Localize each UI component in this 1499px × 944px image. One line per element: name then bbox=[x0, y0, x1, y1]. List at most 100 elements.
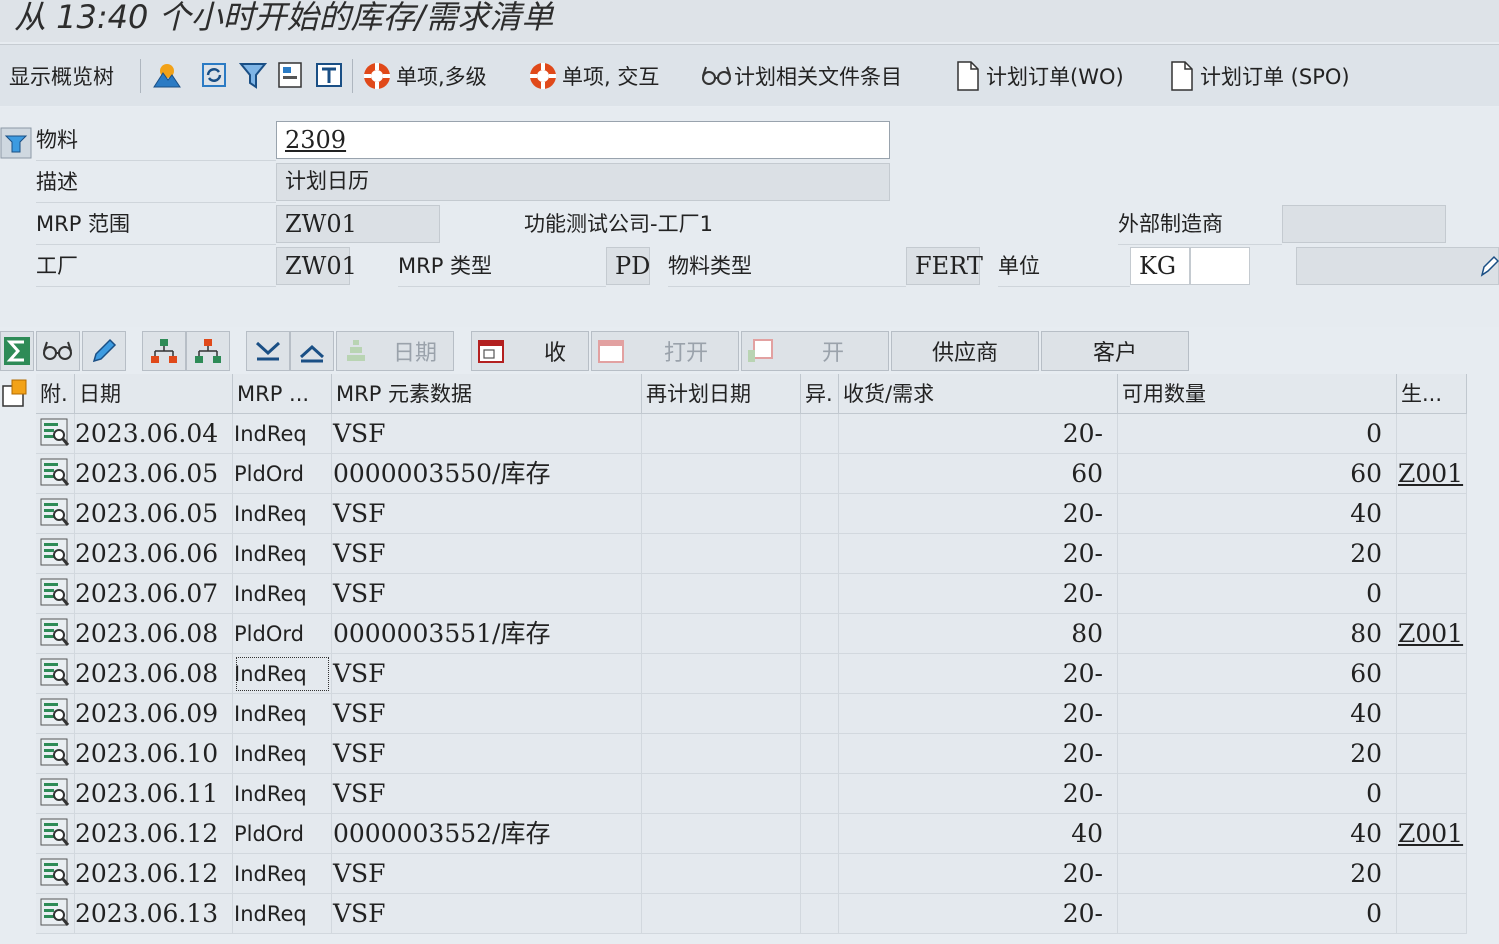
row-detail-cell[interactable] bbox=[36, 614, 75, 654]
element-detail-icon bbox=[40, 418, 70, 446]
planned-order-wo-button[interactable]: 计划订单(WO) bbox=[956, 45, 1124, 107]
row-detail-cell[interactable] bbox=[36, 414, 75, 454]
column-header-reschedule-date[interactable]: 再计划日期 bbox=[642, 374, 801, 414]
supplier-button[interactable]: 供应商 bbox=[891, 331, 1039, 371]
table-row[interactable]: 2023.06.13 IndReq VSF 20- 0 bbox=[36, 894, 1467, 934]
layout-icon[interactable] bbox=[275, 60, 305, 90]
production-version-cell[interactable] bbox=[1397, 694, 1467, 734]
production-version-cell[interactable] bbox=[1397, 414, 1467, 454]
production-version-cell[interactable] bbox=[1397, 534, 1467, 574]
element-detail-icon bbox=[40, 618, 70, 646]
table-row[interactable]: 2023.06.11 IndReq VSF 20- 0 bbox=[36, 774, 1467, 814]
header-toggle-icon[interactable] bbox=[0, 127, 32, 159]
mrp-element-data-cell[interactable]: 0000003552/库存 bbox=[332, 814, 642, 854]
mrp-element-data-cell[interactable]: VSF bbox=[332, 654, 642, 694]
row-detail-cell[interactable] bbox=[36, 494, 75, 534]
table-row[interactable]: 2023.06.10 IndReq VSF 20- 20 bbox=[36, 734, 1467, 774]
customer-button[interactable]: 客户 bbox=[1041, 331, 1189, 371]
production-version-cell[interactable] bbox=[1397, 574, 1467, 614]
production-version-cell[interactable] bbox=[1397, 774, 1467, 814]
row-detail-cell[interactable] bbox=[36, 534, 75, 574]
production-version-cell[interactable] bbox=[1397, 494, 1467, 534]
table-row[interactable]: 2023.06.05 IndReq VSF 20- 40 bbox=[36, 494, 1467, 534]
lifebuoy-icon bbox=[364, 63, 390, 89]
table-row[interactable]: 2023.06.08 IndReq VSF 20- 60 bbox=[36, 654, 1467, 694]
table-row[interactable]: 2023.06.04 IndReq VSF 20- 0 bbox=[36, 414, 1467, 454]
production-version-cell[interactable] bbox=[1397, 734, 1467, 774]
date-button[interactable]: 日期 bbox=[336, 331, 454, 371]
column-header-mrp-element[interactable]: MRP ... bbox=[233, 374, 332, 414]
planned-order-spo-button[interactable]: 计划订单 (SPO) bbox=[1170, 45, 1350, 107]
table-row[interactable]: 2023.06.05 PldOrd 0000003550/库存 60 60 Z001 bbox=[36, 454, 1467, 494]
receipt-button[interactable]: 收 bbox=[471, 331, 589, 371]
material-field[interactable]: 2309 bbox=[276, 121, 890, 159]
change-element-button[interactable] bbox=[82, 331, 126, 371]
date-cell: 2023.06.11 bbox=[75, 774, 233, 814]
table-row[interactable]: 2023.06.12 PldOrd 0000003552/库存 40 40 Z001 bbox=[36, 814, 1467, 854]
mrp-element-data-cell[interactable]: VSF bbox=[332, 574, 642, 614]
column-header-mrp-element-data[interactable]: MRP 元素数据 bbox=[332, 374, 642, 414]
production-version-cell[interactable] bbox=[1397, 854, 1467, 894]
row-detail-cell[interactable] bbox=[36, 774, 75, 814]
element-detail-icon bbox=[40, 738, 70, 766]
planning-file-entry-button[interactable]: 计划相关文件条目 bbox=[700, 45, 902, 107]
mrp-element-data-cell[interactable]: VSF bbox=[332, 734, 642, 774]
row-detail-cell[interactable] bbox=[36, 854, 75, 894]
column-header-exception[interactable]: 异. bbox=[801, 374, 839, 414]
production-version-cell[interactable]: Z001 bbox=[1397, 814, 1467, 854]
row-detail-cell[interactable] bbox=[36, 454, 75, 494]
production-version-cell[interactable] bbox=[1397, 894, 1467, 934]
layout-select-icon[interactable] bbox=[0, 378, 32, 410]
column-header-receipt-requirement[interactable]: 收货/需求 bbox=[839, 374, 1118, 414]
table-settings-icon[interactable] bbox=[314, 60, 344, 90]
display-element-button[interactable] bbox=[36, 331, 80, 371]
production-version-cell[interactable] bbox=[1397, 654, 1467, 694]
table-row[interactable]: 2023.06.08 PldOrd 0000003551/库存 80 80 Z001 bbox=[36, 614, 1467, 654]
mrp-element-data-cell[interactable]: VSF bbox=[332, 414, 642, 454]
column-header-date[interactable]: 日期 bbox=[75, 374, 233, 414]
sum-button[interactable] bbox=[0, 331, 34, 371]
filter-icon[interactable] bbox=[238, 60, 268, 90]
open-button[interactable]: 打开 bbox=[591, 331, 739, 371]
refresh-icon[interactable] bbox=[199, 60, 229, 90]
mrp-element-data-cell[interactable]: VSF bbox=[332, 534, 642, 574]
date-cell: 2023.06.09 bbox=[75, 694, 233, 734]
production-version-cell[interactable]: Z001 bbox=[1397, 614, 1467, 654]
production-version-cell[interactable]: Z001 bbox=[1397, 454, 1467, 494]
single-multi-level-button[interactable]: 单项,多级 bbox=[362, 45, 487, 107]
mountain-sun-icon[interactable] bbox=[152, 60, 182, 90]
element-detail-icon bbox=[40, 498, 70, 526]
mrp-element-data-cell[interactable]: VSF bbox=[332, 694, 642, 734]
planning-file-label: 计划相关文件条目 bbox=[734, 65, 902, 89]
mrp-element-data-cell[interactable]: VSF bbox=[332, 494, 642, 534]
sort-descending-button[interactable] bbox=[246, 331, 290, 371]
expand-hierarchy-up-button[interactable] bbox=[142, 331, 186, 371]
expand-hierarchy-down-button[interactable] bbox=[186, 331, 230, 371]
row-detail-cell[interactable] bbox=[36, 894, 75, 934]
row-detail-cell[interactable] bbox=[36, 654, 75, 694]
column-header-attachment[interactable]: 附. bbox=[36, 374, 75, 414]
table-row[interactable]: 2023.06.12 IndReq VSF 20- 20 bbox=[36, 854, 1467, 894]
column-header-production-version[interactable]: 生... bbox=[1397, 374, 1467, 414]
table-row[interactable]: 2023.06.07 IndReq VSF 20- 0 bbox=[36, 574, 1467, 614]
element-detail-icon bbox=[40, 858, 70, 886]
show-tree-button[interactable]: 显示概览树 bbox=[9, 45, 114, 107]
table-row[interactable]: 2023.06.09 IndReq VSF 20- 40 bbox=[36, 694, 1467, 734]
table-row[interactable]: 2023.06.06 IndReq VSF 20- 20 bbox=[36, 534, 1467, 574]
edit-pencil-icon[interactable] bbox=[1478, 253, 1499, 279]
header-detail-area bbox=[1296, 247, 1499, 285]
mrp-element-data-cell[interactable]: 0000003551/库存 bbox=[332, 614, 642, 654]
row-detail-cell[interactable] bbox=[36, 814, 75, 854]
sort-ascending-button[interactable] bbox=[290, 331, 334, 371]
stack-icon bbox=[347, 340, 365, 361]
row-detail-cell[interactable] bbox=[36, 694, 75, 734]
open-period-button[interactable]: 开 bbox=[741, 331, 889, 371]
mrp-element-data-cell[interactable]: VSF bbox=[332, 854, 642, 894]
mrp-element-data-cell[interactable]: VSF bbox=[332, 774, 642, 814]
mrp-element-data-cell[interactable]: VSF bbox=[332, 894, 642, 934]
row-detail-cell[interactable] bbox=[36, 734, 75, 774]
row-detail-cell[interactable] bbox=[36, 574, 75, 614]
mrp-element-data-cell[interactable]: 0000003550/库存 bbox=[332, 454, 642, 494]
column-header-available-quantity[interactable]: 可用数量 bbox=[1118, 374, 1397, 414]
single-interactive-button[interactable]: 单项, 交互 bbox=[528, 45, 659, 107]
